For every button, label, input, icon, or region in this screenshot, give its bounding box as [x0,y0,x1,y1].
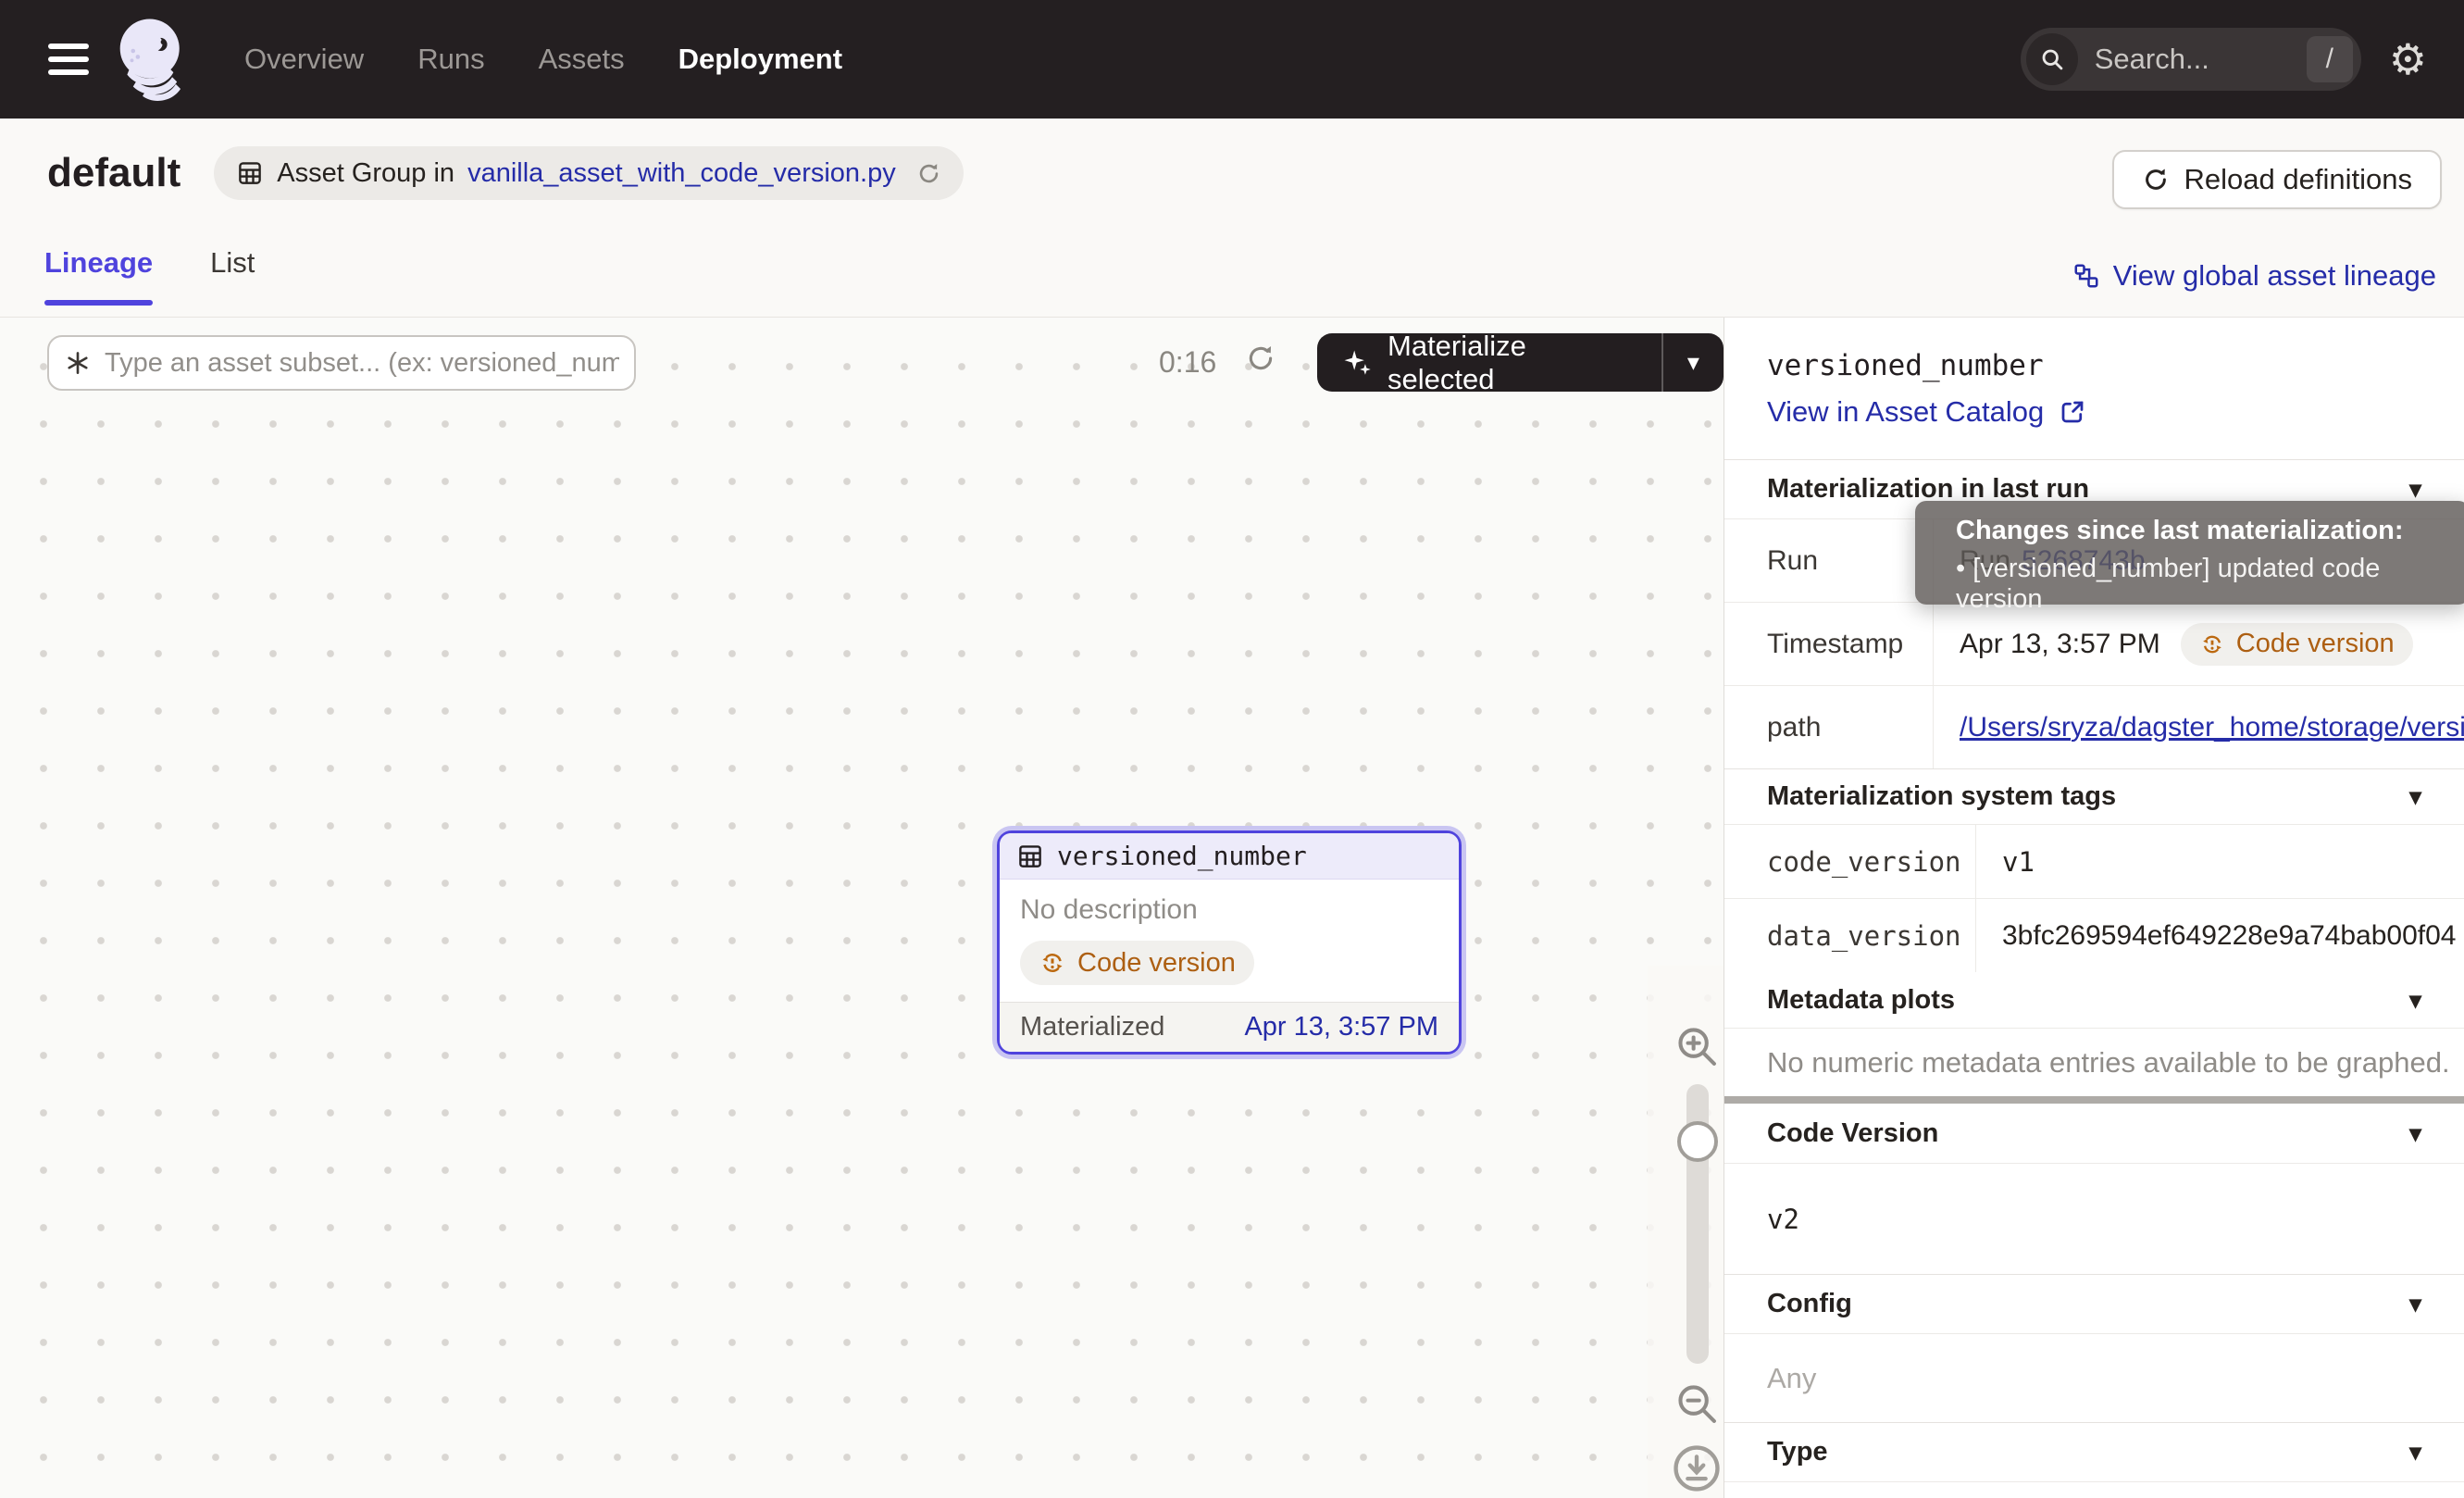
code-version-tag-value: v1 [1976,825,2464,898]
top-nav-bar: Overview Runs Assets Deployment / ⚙ [0,0,2464,119]
code-version-changed-icon [2199,631,2225,657]
asset-node-title: versioned_number [1057,841,1307,871]
asset-details-panel: versioned_number View in Asset Catalog M… [1724,318,2464,1498]
section-code-version[interactable]: Code Version ▾ [1724,1104,2464,1163]
caret-down-icon: ▾ [2409,475,2421,504]
metadata-plots-empty-message: No numeric metadata entries available to… [1724,1028,2464,1096]
nav-item-runs[interactable]: Runs [417,43,484,76]
materialized-timestamp: Apr 13, 3:57 PM [1244,1012,1438,1042]
section-metadata-plots[interactable]: Metadata plots ▾ [1724,972,2464,1028]
materialize-split-button: Materialize selected ▾ [1317,333,1724,392]
timestamp-value: Apr 13, 3:57 PM [1960,629,2160,660]
materialize-selected-button[interactable]: Materialize selected [1317,333,1661,392]
primary-nav: Overview Runs Assets Deployment [244,43,842,76]
zoom-slider-handle[interactable] [1677,1121,1718,1162]
nav-item-deployment[interactable]: Deployment [678,43,842,76]
run-row-label: Run [1724,519,1934,602]
view-in-asset-catalog-link[interactable]: View in Asset Catalog [1767,395,2086,429]
path-row-label: path [1724,686,1934,768]
tooltip-title: Changes since last materialization: [1956,516,2447,546]
asset-node-footer: Materialized Apr 13, 3:57 PM [1000,1002,1459,1052]
asset-node-versioned-number[interactable]: versioned_number No description [997,830,1462,1055]
asset-node-description: No description [1000,880,1459,926]
sparkle-icon [1341,347,1373,379]
search-shortcut-badge: / [2307,36,2353,82]
breadcrumb-prefix: Asset Group in [277,158,454,189]
refresh-icon[interactable] [916,161,941,186]
zoom-out-icon[interactable] [1672,1379,1722,1429]
section-type[interactable]: Type ▾ [1724,1422,2464,1481]
search-icon [2026,33,2078,85]
download-image-icon[interactable] [1670,1442,1724,1495]
lineage-canvas[interactable]: 0:16 Materialize selected [0,318,1724,1498]
refresh-timer: 0:16 [1159,345,1216,380]
panel-resize-handle[interactable] [1724,1096,2464,1104]
tooltip-change-item: • [versioned_number] updated code versio… [1956,554,2447,615]
code-version-badge: Code version [1020,941,1254,985]
page-header: default Asset Group in vanilla_asset_wit… [0,119,2464,230]
code-version-badge-panel: Code version [2181,623,2413,666]
caret-down-icon: ▾ [2409,1438,2421,1467]
path-link[interactable]: /Users/sryza/dagster_home/storage/versio [1960,712,2464,743]
data-version-value: 3bfc269594ef649228e9a74bab00f04 [1976,899,2464,972]
reload-definitions-button[interactable]: Reload definitions [2112,150,2442,209]
zoom-in-icon[interactable] [1672,1021,1722,1071]
main-area: 0:16 Materialize selected [0,318,2464,1498]
reload-icon [2142,166,2170,193]
global-search[interactable]: / [2021,28,2361,91]
table-row-code-version: code_version v1 [1724,824,2464,898]
asset-subset-filter[interactable] [47,335,636,391]
nav-item-overview[interactable]: Overview [244,43,364,76]
caret-down-icon: ▾ [2409,1119,2421,1148]
app-screen: Overview Runs Assets Deployment / ⚙ defa… [0,0,2464,1498]
panel-asset-title: versioned_number [1767,349,2044,382]
asset-group-icon [236,159,264,187]
materialize-options-dropdown[interactable]: ▾ [1663,333,1724,392]
view-tabs: Lineage List [44,246,255,306]
section-config[interactable]: Config ▾ [1724,1274,2464,1333]
table-row-data-version: data_version 3bfc269594ef649228e9a74bab0… [1724,898,2464,972]
page-title: default [47,150,180,196]
section-materialization-system-tags[interactable]: Materialization system tags ▾ [1724,768,2464,824]
refresh-icon-canvas[interactable] [1245,343,1276,374]
gear-icon[interactable]: ⚙ [2389,38,2427,81]
asset-node-header: versioned_number [1000,833,1459,880]
timestamp-row-label: Timestamp [1724,603,1934,685]
table-icon [1016,843,1044,870]
section-divider [1724,1481,2464,1483]
external-link-icon [2059,398,2086,426]
breadcrumb-file-link[interactable]: vanilla_asset_with_code_version.py [467,158,896,189]
config-value: Any [1724,1333,2464,1422]
tab-lineage[interactable]: Lineage [44,246,153,306]
search-input[interactable] [2095,43,2307,76]
data-version-key: data_version [1724,899,1976,972]
code-version-key: code_version [1724,825,1976,898]
caret-down-icon: ▾ [2409,782,2421,811]
table-row-path: path /Users/sryza/dagster_home/storage/v… [1724,685,2464,768]
view-global-asset-lineage-link[interactable]: View global asset lineage [2072,259,2436,293]
nav-item-assets[interactable]: Assets [539,43,625,76]
dagster-logo[interactable] [113,11,193,107]
asset-subset-input[interactable] [105,348,619,379]
tab-list[interactable]: List [210,246,255,306]
breadcrumb: Asset Group in vanilla_asset_with_code_v… [214,146,964,200]
materialized-status-label: Materialized [1020,1012,1164,1042]
hamburger-menu-icon[interactable] [48,36,89,82]
asset-selection-icon [64,349,92,377]
code-version-changed-icon [1039,949,1066,977]
caret-down-icon: ▾ [2409,1290,2421,1318]
caret-down-icon: ▾ [2409,986,2421,1015]
chevron-down-icon: ▾ [1687,348,1699,377]
lineage-graph-icon [2072,262,2100,290]
changes-tooltip: Changes since last materialization: • [v… [1915,501,2464,605]
code-version-value: v2 [1724,1163,2464,1274]
